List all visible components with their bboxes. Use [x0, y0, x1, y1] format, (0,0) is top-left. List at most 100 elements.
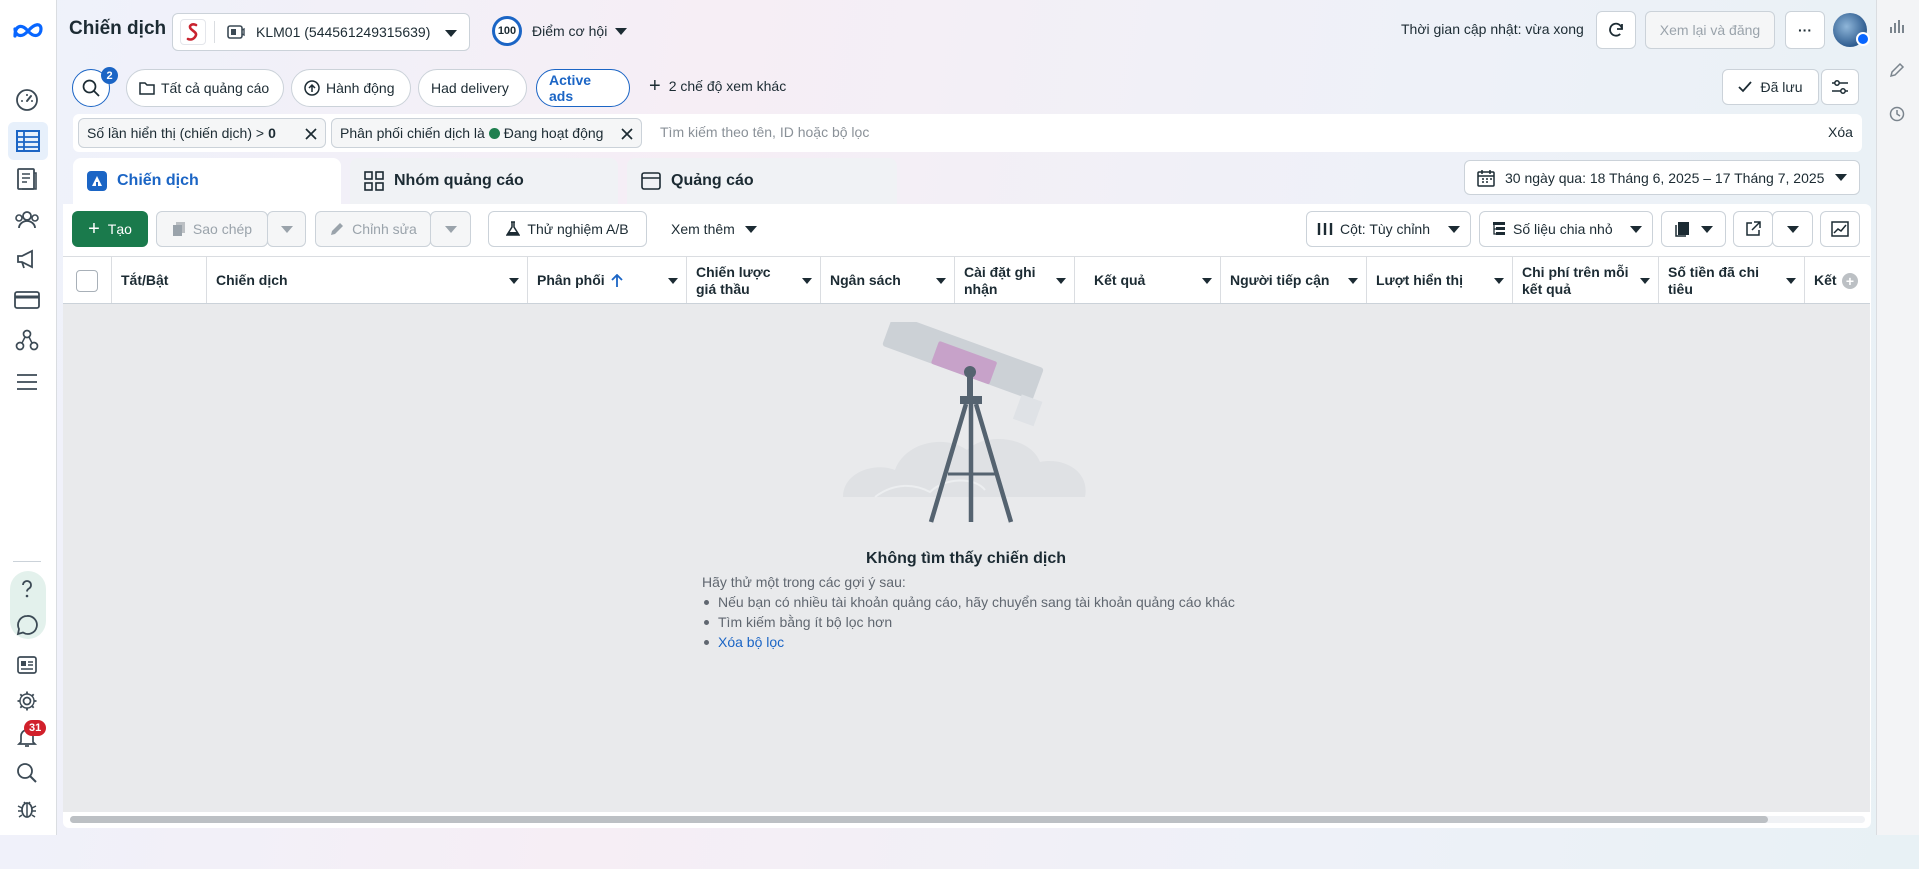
account-avatar [180, 19, 206, 45]
ab-test-button[interactable]: Thử nghiệm A/B [488, 211, 647, 247]
suggestion-item: Nếu bạn có nhiều tài khoản quảng cáo, hã… [702, 594, 1302, 610]
column-menu-icon [1348, 278, 1358, 284]
view-more-button[interactable]: Xem thêm [671, 221, 757, 237]
duplicate-button[interactable]: Sao chép [156, 211, 268, 247]
charts-button[interactable] [1820, 211, 1860, 247]
export-button[interactable] [1733, 211, 1773, 247]
filter-chip-impressions[interactable]: Số lần hiển thị (chiến dịch) > 0 [78, 118, 326, 148]
edit-pencil-icon[interactable] [1889, 62, 1905, 78]
bar-chart-icon[interactable] [1889, 18, 1905, 34]
billing-card-icon[interactable] [13, 286, 41, 314]
column-label: Chiến lược giá thầu [696, 263, 771, 297]
opportunity-score-badge[interactable]: 100 [492, 16, 522, 46]
opportunity-dropdown-icon[interactable] [615, 28, 627, 35]
filter-search-input[interactable]: Tìm kiếm theo tên, ID hoặc bộ lọc [660, 124, 869, 140]
view-all-ads[interactable]: Tất cả quảng cáo [126, 69, 284, 107]
filter-chip-impressions-text: Số lần hiển thị (chiến dịch) > [87, 125, 265, 141]
edit-button[interactable]: Chỉnh sửa [315, 211, 431, 247]
clear-filters-button[interactable]: Xóa [1828, 124, 1853, 140]
overview-gauge-icon[interactable] [13, 86, 41, 114]
bullet [704, 599, 709, 605]
filter-bar: Số lần hiển thị (chiến dịch) > 0 Phân ph… [73, 114, 1862, 152]
add-column-icon[interactable]: + [1842, 273, 1858, 289]
create-button[interactable]: + Tạo [72, 211, 148, 247]
settings-gear-icon[interactable] [13, 687, 41, 715]
meta-logo-icon[interactable] [10, 16, 46, 44]
view-had-delivery[interactable]: Had delivery [418, 69, 527, 107]
edit-dropdown-button[interactable] [430, 211, 471, 247]
all-tools-menu-icon[interactable] [13, 368, 41, 396]
column-header-attribution[interactable]: Cài đặt ghi nhận [955, 257, 1075, 303]
more-options-button[interactable]: ··· [1785, 11, 1825, 49]
filter-chip-impressions-value: 0 [268, 125, 276, 141]
opportunity-score-label[interactable]: Điểm cơ hội [532, 23, 607, 39]
view-actions[interactable]: Hành động [291, 69, 411, 107]
column-header-delivery[interactable]: Phân phối [528, 257, 687, 303]
column-header-toggle[interactable]: Tắt/Bật [112, 257, 207, 303]
chevron-down-icon [444, 225, 457, 233]
notifications-count-badge: 31 [24, 720, 47, 736]
tab-ad-sets[interactable]: Nhóm quảng cáo [350, 158, 618, 204]
column-label: Cài đặt ghi nhận [964, 263, 1036, 297]
column-menu-icon [936, 278, 946, 284]
column-label: Người tiếp cận [1230, 272, 1330, 288]
column-menu-icon [1202, 278, 1212, 284]
audiences-icon[interactable] [13, 206, 41, 234]
chevron-down-icon [1448, 225, 1460, 233]
view-active-ads[interactable]: Active ads [536, 69, 630, 107]
column-header-amount-spent[interactable]: Số tiền đã chi tiêu [1659, 257, 1805, 303]
history-clock-icon[interactable] [1889, 106, 1905, 122]
review-publish-button[interactable]: Xem lại và đăng [1645, 11, 1775, 49]
search-icon[interactable] [13, 759, 41, 787]
column-header-cost-per-result[interactable]: Chi phí trên mỗi kết quả [1513, 257, 1659, 303]
duplicate-dropdown-button[interactable] [267, 211, 306, 247]
help-question-icon[interactable] [13, 575, 41, 603]
reports-dropdown-button[interactable] [1661, 211, 1726, 247]
column-menu-icon [509, 278, 519, 284]
tab-ads[interactable]: Quảng cáo [627, 158, 897, 204]
column-header-results[interactable]: Kết quả [1075, 257, 1221, 303]
date-range-picker[interactable]: 30 ngày qua: 18 Tháng 6, 2025 – 17 Tháng… [1464, 160, 1860, 195]
telescope-illustration [843, 322, 1086, 523]
columns-button[interactable]: Cột: Tùy chỉnh [1306, 211, 1471, 247]
view-actions-label: Hành động [326, 80, 395, 96]
saved-button[interactable]: Đã lưu [1722, 69, 1819, 105]
column-header-bid-strategy[interactable]: Chiến lược giá thầu [687, 257, 821, 303]
column-label: Phân phối [537, 272, 605, 288]
horizontal-scrollbar-thumb[interactable] [70, 816, 1768, 823]
export-dropdown-button[interactable] [1772, 211, 1813, 247]
report-bug-icon[interactable] [13, 795, 41, 823]
business-settings-icon[interactable] [13, 326, 41, 354]
pages-icon[interactable] [13, 651, 41, 679]
column-header-impressions[interactable]: Lượt hiển thị [1367, 257, 1513, 303]
filter-chip-delivery-text: Phân phối chiến dịch là [340, 125, 485, 141]
reports-icon[interactable] [13, 165, 41, 193]
column-label: Chiến dịch [216, 272, 288, 288]
column-header-results-more[interactable]: Kết [1805, 257, 1870, 303]
tab-campaigns[interactable]: Chiến dịch [73, 158, 341, 204]
nav-divider [13, 561, 41, 562]
refresh-button[interactable] [1596, 11, 1636, 49]
campaigns-table-icon[interactable] [8, 122, 48, 160]
column-menu-icon [668, 278, 678, 284]
search-count-badge: 2 [101, 67, 118, 84]
chat-support-icon[interactable] [13, 611, 41, 639]
ads-megaphone-icon[interactable] [13, 245, 41, 273]
tab-ad-sets-label: Nhóm quảng cáo [394, 172, 524, 189]
select-all-checkbox[interactable] [76, 269, 98, 292]
breakdown-button[interactable]: Số liệu chia nhỏ [1479, 211, 1653, 247]
grid-icon [364, 171, 384, 191]
more-views-button[interactable]: + 2 chế độ xem khác [649, 76, 786, 96]
columns-icon [1317, 223, 1333, 235]
column-header-reach[interactable]: Người tiếp cận [1221, 257, 1367, 303]
clear-filters-link[interactable]: Xóa bộ lọc [718, 634, 784, 650]
chevron-down-icon [1786, 225, 1799, 233]
tab-campaigns-label: Chiến dịch [117, 172, 199, 189]
filter-chip-delivery-value: Đang hoạt động [503, 125, 604, 141]
column-header-budget[interactable]: Ngân sách [821, 257, 955, 303]
close-icon [621, 128, 633, 140]
column-header-campaign[interactable]: Chiến dịch [207, 257, 528, 303]
view-settings-button[interactable] [1821, 69, 1859, 105]
filter-chip-delivery[interactable]: Phân phối chiến dịch là Đang hoạt động [331, 118, 642, 148]
ad-account-selector[interactable]: KLM01 (544561249315639) [172, 13, 470, 51]
